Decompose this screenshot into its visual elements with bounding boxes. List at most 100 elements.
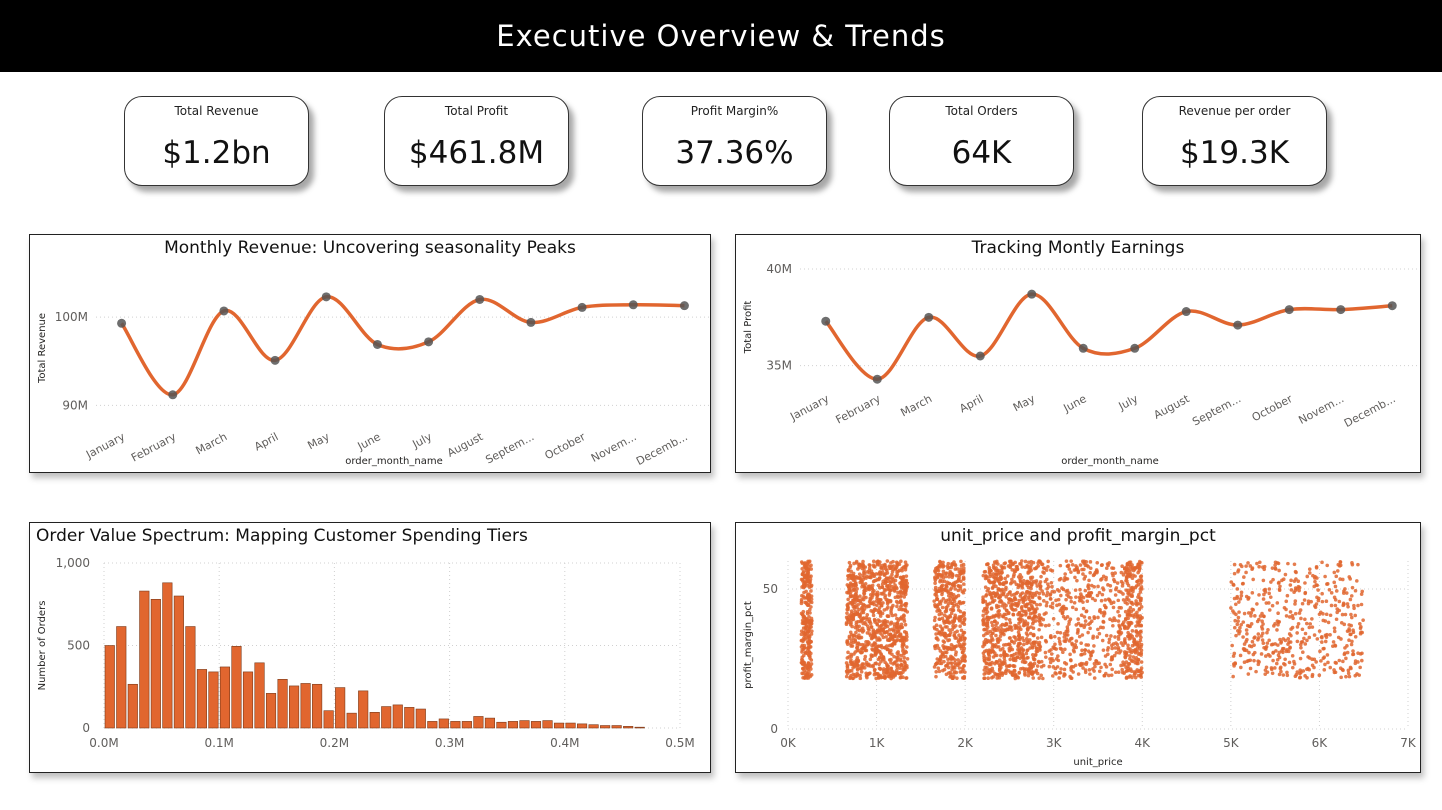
scatter-point [1057, 577, 1062, 582]
scatter-point [1103, 598, 1108, 602]
scatter-point [1135, 579, 1140, 584]
scatter-point [1125, 626, 1130, 631]
scatter-point [1000, 614, 1005, 619]
scatter-point [1035, 671, 1040, 676]
scatter-point [809, 651, 813, 656]
scatter-point [1100, 638, 1105, 643]
scatter-point [1313, 605, 1318, 610]
scatter-point [1087, 591, 1091, 596]
scatter-point [1130, 659, 1135, 664]
scatter-point [887, 593, 892, 597]
scatter-point [1002, 649, 1006, 654]
x-tick-label: 7K [1400, 736, 1417, 750]
histogram-bar [507, 721, 519, 729]
y-axis-title: Total Profit [743, 301, 754, 355]
scatter-point [1139, 635, 1143, 640]
unit-price-scatter[interactable]: 0 50 0K 1K 2K 3K 4K 5K 6K 7K unit_price profit_marg… [735, 522, 1421, 773]
scatter-point [1240, 564, 1244, 569]
scatter-point [1334, 589, 1339, 593]
scatter-point [1273, 642, 1278, 646]
scatter-point [1037, 676, 1041, 680]
scatter-point [1070, 642, 1075, 647]
order-value-histogram[interactable]: 0 500 1,000 0.0M 0.1M 0.2M 0.3M 0.4M 0.5M Number … [29, 522, 711, 773]
scatter-point [851, 617, 856, 622]
kpi-value: $1.2bn [162, 135, 271, 171]
scatter-point [889, 657, 893, 662]
x-category-label: January [83, 430, 127, 462]
histogram-bar [219, 666, 231, 729]
scatter-point [876, 601, 881, 605]
scatter-point [933, 585, 938, 590]
scatter-point [934, 591, 938, 596]
histogram-bar [553, 722, 565, 729]
data-point-marker [1336, 305, 1346, 315]
scatter-point [957, 666, 962, 670]
scatter-point [1074, 645, 1079, 650]
scatter-point [943, 609, 948, 614]
scatter-point [1095, 661, 1099, 666]
scatter-point [878, 631, 882, 635]
scatter-point [981, 595, 985, 599]
scatter-point [1092, 615, 1096, 619]
data-point-marker [372, 339, 382, 349]
scatter-point [1068, 674, 1072, 679]
scatter-point [944, 598, 949, 603]
scatter-point [1261, 614, 1266, 618]
scatter-point [1058, 563, 1063, 568]
scatter-point [871, 664, 875, 669]
scatter-point [1129, 621, 1134, 625]
kpi-card-profit-margin[interactable]: Profit Margin% 37.36% [642, 96, 827, 186]
scatter-point [983, 622, 988, 626]
scatter-point [1128, 647, 1132, 651]
x-category-label: May [305, 430, 332, 452]
scatter-point [981, 599, 986, 603]
scatter-point [953, 669, 957, 674]
scatter-point [1086, 583, 1091, 587]
scatter-point [1244, 564, 1248, 568]
scatter-point [1281, 650, 1285, 655]
data-point-marker [577, 302, 587, 312]
scatter-point [946, 665, 951, 670]
scatter-point [1334, 661, 1338, 665]
scatter-point [1039, 635, 1044, 640]
scatter-point [1124, 653, 1129, 657]
monthly-profit-chart[interactable]: 35M 40M January February March April May June Ju… [735, 234, 1421, 473]
scatter-point [1092, 669, 1096, 673]
scatter-point [1134, 624, 1138, 628]
kpi-card-total-profit[interactable]: Total Profit $461.8M [384, 96, 569, 186]
scatter-point [1035, 584, 1040, 588]
scatter-point [1041, 676, 1045, 681]
scatter-point [1011, 658, 1016, 663]
scatter-point [1132, 640, 1137, 644]
scatter-point [1095, 560, 1100, 565]
scatter-point [1111, 573, 1115, 578]
scatter-point [799, 632, 804, 637]
kpi-card-total-orders[interactable]: Total Orders 64K [889, 96, 1074, 186]
scatter-point [1033, 609, 1037, 614]
scatter-point [1317, 629, 1322, 633]
scatter-point [1035, 606, 1039, 611]
scatter-point [1086, 649, 1091, 653]
scatter-point [1277, 587, 1282, 591]
scatter-point [1139, 648, 1144, 653]
monthly-revenue-chart[interactable]: 90M 100M January February March April May June J… [29, 234, 711, 473]
scatter-point [1102, 673, 1106, 678]
scatter-point [1123, 637, 1127, 641]
scatter-point [1293, 611, 1298, 616]
scatter-point [1095, 570, 1099, 575]
scatter-point [890, 605, 894, 610]
scatter-point [1264, 665, 1269, 670]
scatter-point [1042, 599, 1046, 603]
scatter-point [883, 646, 887, 650]
scatter-point [940, 587, 944, 592]
data-point-marker [117, 318, 127, 328]
scatter-point [943, 619, 947, 624]
data-point-marker [270, 355, 280, 365]
kpi-card-total-revenue[interactable]: Total Revenue $1.2bn [124, 96, 309, 186]
scatter-point [1120, 670, 1125, 675]
scatter-point [1025, 579, 1030, 584]
scatter-point [1130, 629, 1135, 633]
series-line [824, 292, 1393, 381]
kpi-card-revenue-per-order[interactable]: Revenue per order $19.3K [1142, 96, 1327, 186]
scatter-point [1048, 597, 1053, 601]
